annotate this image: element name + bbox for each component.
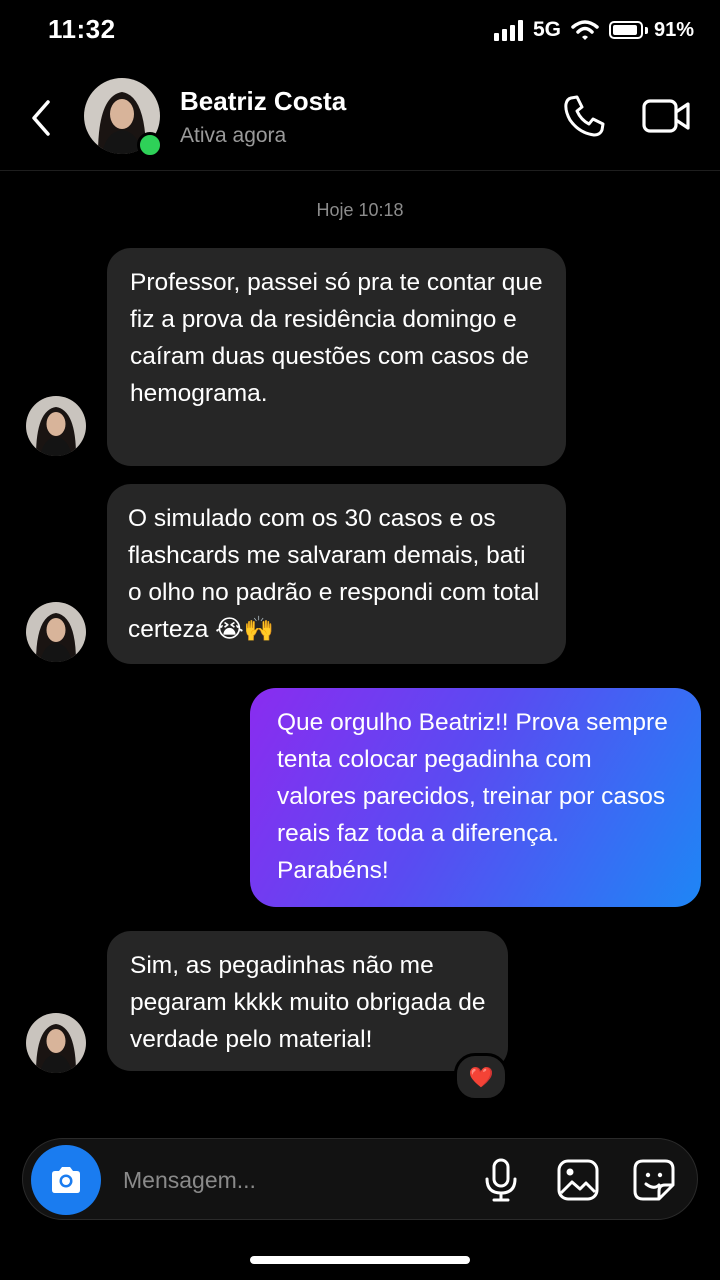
sender-avatar[interactable] <box>26 396 86 456</box>
date-separator: Hoje 10:18 <box>316 200 404 220</box>
battery-indicator: 91% <box>608 18 694 42</box>
phone-icon[interactable] <box>560 92 608 140</box>
home-indicator[interactable] <box>250 1256 470 1264</box>
contact-status: Ativa agora <box>180 124 287 147</box>
online-indicator <box>137 132 163 158</box>
microphone-icon[interactable] <box>481 1157 521 1203</box>
battery-percent: 91% <box>653 18 694 41</box>
incoming-message-bubble[interactable]: O simulado com os 30 casos e os flashcar… <box>107 484 566 664</box>
incoming-message-bubble[interactable]: Professor, passei só pra te contar que f… <box>107 248 566 466</box>
status-indicators: 5G 91% <box>493 18 694 42</box>
status-time: 11:32 <box>48 14 116 44</box>
camera-button[interactable] <box>31 1145 101 1215</box>
sender-avatar[interactable] <box>26 1013 86 1073</box>
signal-icon <box>493 19 523 41</box>
heart-reaction[interactable]: ❤️ <box>454 1053 508 1101</box>
message-text: Que orgulho Beatriz!! Prova sempre tenta… <box>277 709 668 884</box>
message-text: Professor, passei só pra te contar que f… <box>130 269 543 407</box>
wifi-icon <box>571 20 599 40</box>
message-text: O simulado com os 30 casos e os flashcar… <box>128 505 540 643</box>
contact-name[interactable]: Beatriz Costa <box>180 86 346 117</box>
video-camera-icon[interactable] <box>640 92 692 140</box>
sender-avatar[interactable] <box>26 602 86 662</box>
message-text: Sim, as pegadinhas não me pegaram kkkk m… <box>130 952 486 1053</box>
message-composer <box>22 1138 698 1220</box>
chevron-left-icon[interactable] <box>26 94 58 142</box>
message-input[interactable] <box>121 1159 455 1201</box>
chat-header: Beatriz Costa Ativa agora <box>0 70 720 171</box>
image-icon[interactable] <box>555 1157 601 1203</box>
sticker-icon[interactable] <box>631 1157 677 1203</box>
incoming-message-bubble[interactable]: Sim, as pegadinhas não me pegaram kkkk m… <box>107 931 508 1071</box>
outgoing-message-bubble[interactable]: Que orgulho Beatriz!! Prova sempre tenta… <box>250 688 701 907</box>
battery-icon <box>608 21 643 39</box>
network-label: 5G <box>532 18 561 41</box>
camera-icon <box>52 1167 80 1193</box>
heart-icon: ❤️ <box>468 1066 494 1089</box>
